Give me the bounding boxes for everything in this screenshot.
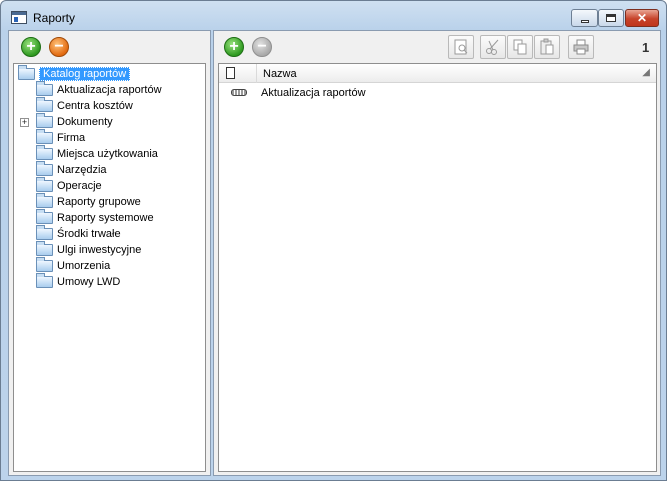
- list-item-name: Aktualizacja raportów: [261, 87, 366, 99]
- expand-dokumenty-button[interactable]: +: [20, 118, 29, 127]
- minimize-button[interactable]: [571, 9, 598, 27]
- cut-button[interactable]: [480, 35, 506, 59]
- maximize-button[interactable]: [598, 9, 624, 27]
- tree-item-label: Firma: [57, 132, 86, 144]
- minimize-icon: [580, 19, 589, 23]
- copy-icon: [513, 39, 527, 55]
- document-icon: [226, 67, 235, 79]
- tree-item-umowy-lwd[interactable]: Umowy LWD: [36, 273, 121, 290]
- tree-item-raporty-systemowe[interactable]: Raporty systemowe: [36, 209, 154, 226]
- tree-root-label: Katalog raportów: [39, 67, 131, 81]
- tree-item-label: Aktualizacja raportów: [57, 84, 162, 96]
- report-icon: [231, 89, 247, 96]
- column-header-name[interactable]: Nazwa: [263, 68, 297, 80]
- print-button[interactable]: [568, 35, 594, 59]
- tree-item-ulgi-inwestycyjne[interactable]: Ulgi inwestycyjne: [36, 241, 142, 258]
- tree-item-narzedzia[interactable]: Narzędzia: [36, 161, 107, 178]
- paste-icon: [540, 38, 554, 55]
- tree-item-srodki-trwale[interactable]: Środki trwałe: [36, 225, 121, 242]
- folder-icon: [36, 81, 53, 96]
- tree-item-label: Miejsca użytkowania: [57, 148, 158, 160]
- remove-catalog-button[interactable]: −: [49, 37, 69, 57]
- right-panel: + − 1 Nazwa ◢ Aktualizacja raportów: [213, 30, 661, 476]
- tree-item-label: Środki trwałe: [57, 228, 121, 240]
- tree-root-item[interactable]: Katalog raportów: [18, 65, 131, 82]
- raporty-window: Raporty ✕ + − Katalog raportów Aktualiza…: [0, 0, 667, 481]
- folder-icon: [36, 241, 53, 256]
- copy-button[interactable]: [507, 35, 533, 59]
- tree-item-operacje[interactable]: Operacje: [36, 177, 102, 194]
- tree-item-label: Dokumenty: [57, 116, 113, 128]
- tree-item-umorzenia[interactable]: Umorzenia: [36, 257, 111, 274]
- right-toolbar: + − 1: [214, 31, 660, 63]
- folder-icon: [36, 161, 53, 176]
- tree-item-label: Centra kosztów: [57, 100, 133, 112]
- folder-icon: [36, 177, 53, 192]
- sort-indicator-icon: ◢: [642, 67, 650, 78]
- tree-item-label: Raporty systemowe: [57, 212, 154, 224]
- maximize-icon: [606, 14, 616, 22]
- paste-button[interactable]: [534, 35, 560, 59]
- tree-item-raporty-grupowe[interactable]: Raporty grupowe: [36, 193, 141, 210]
- preview-report-button[interactable]: [448, 35, 474, 59]
- preview-icon: [454, 39, 468, 55]
- tree-item-dokumenty[interactable]: Dokumenty: [36, 113, 113, 130]
- tree-item-label: Raporty grupowe: [57, 196, 141, 208]
- printer-icon: [573, 39, 589, 55]
- title-bar[interactable]: Raporty ✕: [1, 1, 666, 31]
- list-header: Nazwa ◢: [219, 64, 656, 83]
- open-folder-icon: [18, 65, 35, 80]
- folder-icon: [36, 145, 53, 160]
- tree-item-miejsca-uzytkowania[interactable]: Miejsca użytkowania: [36, 145, 158, 162]
- tree-item-label: Umowy LWD: [57, 276, 121, 288]
- folder-icon: [36, 97, 53, 112]
- tree-item-label: Ulgi inwestycyjne: [57, 244, 142, 256]
- add-catalog-button[interactable]: +: [21, 37, 41, 57]
- column-header-icon[interactable]: [219, 64, 257, 83]
- window-title: Raporty: [33, 11, 76, 25]
- left-panel: + − Katalog raportów Aktualizacja raport…: [8, 30, 211, 476]
- tree-item-aktualizacja-raportow[interactable]: Aktualizacja raportów: [36, 81, 162, 98]
- left-toolbar: + −: [9, 31, 210, 63]
- tree-item-label: Umorzenia: [57, 260, 111, 272]
- page-number: 1: [642, 40, 650, 55]
- window-app-icon: [11, 11, 27, 24]
- tree-item-label: Narzędzia: [57, 164, 107, 176]
- folder-icon: [36, 257, 53, 272]
- folder-icon: [36, 193, 53, 208]
- folder-icon: [36, 113, 53, 128]
- report-list[interactable]: Nazwa ◢ Aktualizacja raportów: [218, 63, 657, 472]
- tree-item-label: Operacje: [57, 180, 102, 192]
- tree-item-centra-kosztow[interactable]: Centra kosztów: [36, 97, 133, 114]
- remove-report-button[interactable]: −: [252, 37, 272, 57]
- add-report-button[interactable]: +: [224, 37, 244, 57]
- folder-icon: [36, 129, 53, 144]
- list-item[interactable]: Aktualizacja raportów: [219, 84, 656, 102]
- folder-icon: [36, 273, 53, 288]
- tree-item-firma[interactable]: Firma: [36, 129, 86, 146]
- folder-icon: [36, 209, 53, 224]
- scissors-icon: [486, 39, 499, 55]
- close-button[interactable]: ✕: [625, 9, 659, 27]
- catalog-tree[interactable]: Katalog raportów Aktualizacja raportów C…: [13, 63, 206, 472]
- folder-icon: [36, 225, 53, 240]
